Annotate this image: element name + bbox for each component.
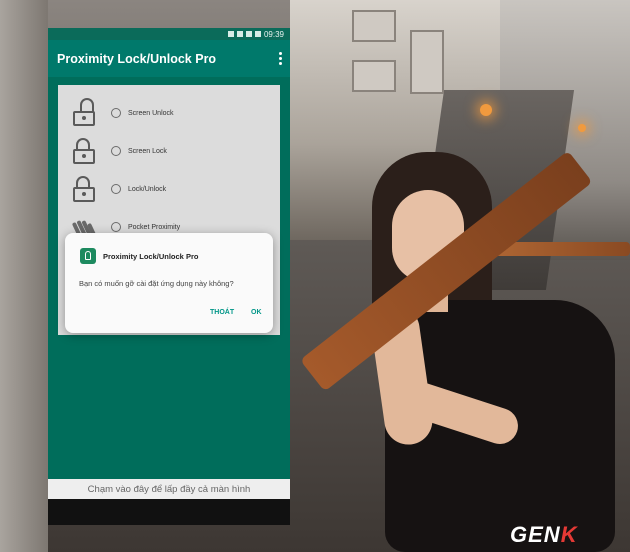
radio-button[interactable] [111,146,121,156]
option-label: Screen Unlock [128,109,174,117]
app-title: Proximity Lock/Unlock Pro [57,51,217,66]
street-lamp [578,124,586,132]
app-bar: Proximity Lock/Unlock Pro [48,40,290,77]
signal-icon [245,31,252,37]
padlock-icon [73,176,95,202]
option-label: Pocket Proximity [128,223,181,231]
exit-button[interactable]: THOÁT [210,309,234,316]
unlocked-padlock-icon [73,98,95,126]
notification-icon [236,31,243,37]
status-time: 09:39 [263,29,284,39]
wifi-icon [227,31,234,37]
radio-button[interactable] [111,222,121,232]
app-icon [80,248,96,264]
radio-button[interactable] [111,108,121,118]
overflow-menu-icon[interactable] [279,52,282,65]
status-bar: 09:39 [48,28,290,40]
window [352,10,396,42]
uninstall-dialog: Proximity Lock/Unlock Pro Bạn có muốn gỡ… [65,233,273,333]
navigation-bar [48,499,290,525]
building-left [0,0,48,552]
option-screen-lock[interactable]: Screen Lock [58,133,280,169]
battery-icon [254,31,261,37]
padlock-icon [73,138,95,164]
window [410,30,444,94]
window [352,60,396,92]
genk-logo: GENK [510,522,578,548]
genk-logo-k: K [560,522,578,547]
street-lamp [480,104,492,116]
radio-button[interactable] [111,184,121,194]
genk-logo-main: GEN [510,522,561,547]
option-label: Lock/Unlock [128,185,167,193]
option-label: Screen Lock [128,147,167,155]
option-lock-unlock[interactable]: Lock/Unlock [58,171,280,207]
ok-button[interactable]: OK [251,309,262,316]
dialog-title: Proximity Lock/Unlock Pro [103,252,199,261]
option-screen-unlock[interactable]: Screen Unlock [58,95,280,131]
dialog-message: Bạn có muốn gỡ cài đặt ứng dụng này khôn… [79,279,234,288]
fill-screen-hint[interactable]: Chạm vào đây để lấp đầy cả màn hình [48,479,290,499]
